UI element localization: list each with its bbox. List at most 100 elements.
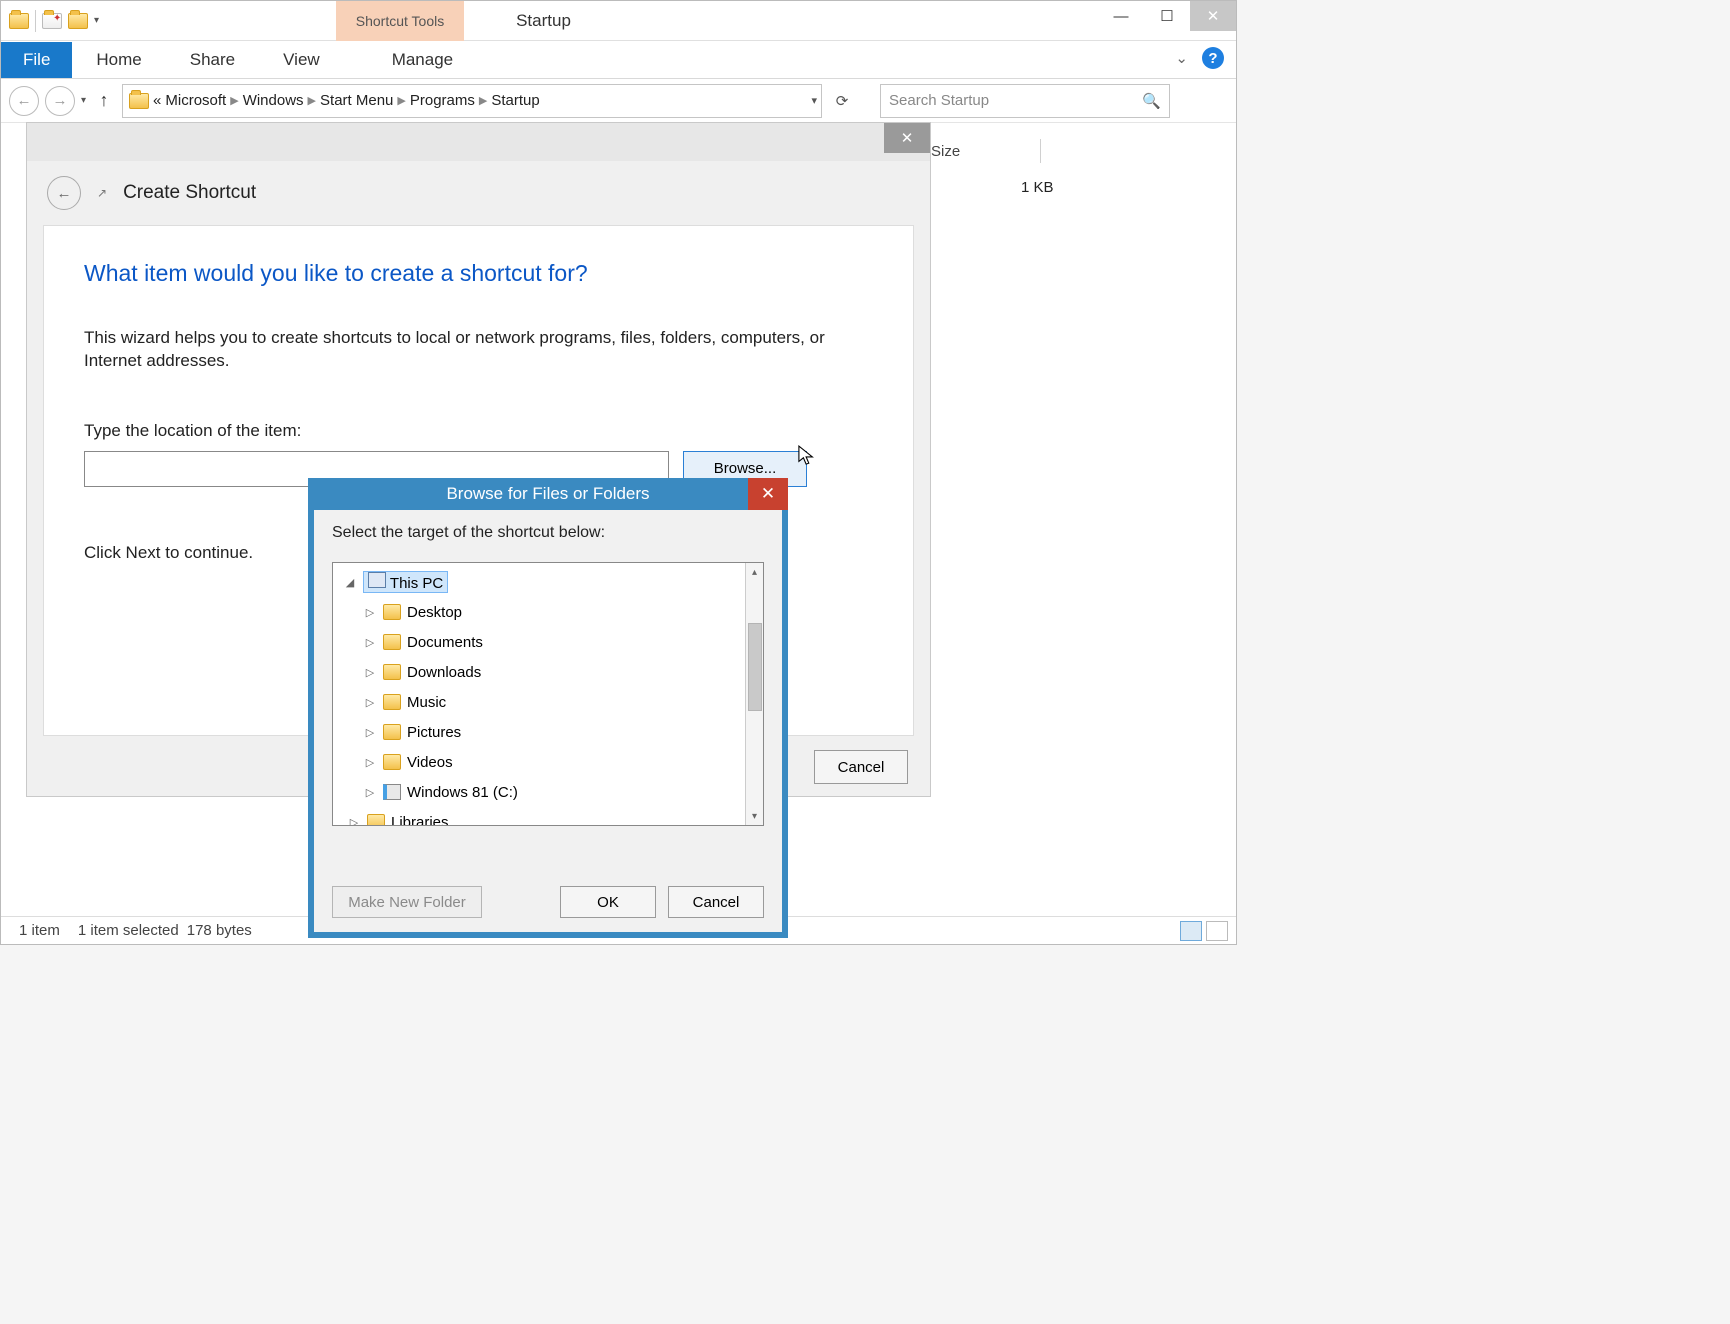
breadcrumb-microsoft[interactable]: Microsoft xyxy=(165,92,226,109)
contextual-tab-shortcut-tools[interactable]: Shortcut Tools xyxy=(336,1,464,41)
scroll-thumb[interactable] xyxy=(748,623,762,711)
expand-icon[interactable]: ▷ xyxy=(363,636,377,649)
breadcrumb-programs[interactable]: Programs xyxy=(410,92,475,109)
back-button[interactable]: ← xyxy=(9,86,39,116)
browse-title-text: Browse for Files or Folders xyxy=(446,484,649,504)
tree-node-music[interactable]: ▷ Music xyxy=(333,687,763,717)
tree-label: Downloads xyxy=(407,664,481,681)
refresh-icon[interactable]: ⟳ xyxy=(828,92,856,110)
folder-icon xyxy=(383,604,401,620)
expand-icon[interactable]: ▷ xyxy=(363,696,377,709)
tree-node-videos[interactable]: ▷ Videos xyxy=(333,747,763,777)
expand-icon[interactable]: ▷ xyxy=(347,816,361,827)
details-view-icon[interactable] xyxy=(1180,921,1202,941)
tab-view[interactable]: View xyxy=(259,42,344,78)
minimize-button[interactable]: — xyxy=(1098,1,1144,31)
expand-icon[interactable]: ▷ xyxy=(363,726,377,739)
address-bar[interactable]: « Microsoft ▶ Windows ▶ Start Menu ▶ Pro… xyxy=(122,84,822,118)
tree-label: Pictures xyxy=(407,724,461,741)
separator xyxy=(35,10,36,32)
history-dropdown-icon[interactable]: ▾ xyxy=(81,95,86,106)
app-icon xyxy=(9,13,29,29)
browse-dialog: Browse for Files or Folders ✕ Select the… xyxy=(308,478,788,938)
search-input[interactable]: Search Startup 🔍 xyxy=(880,84,1170,118)
window-title: Startup xyxy=(1,1,1086,41)
file-tab[interactable]: File xyxy=(1,42,72,78)
breadcrumb-windows[interactable]: Windows xyxy=(243,92,304,109)
wizard-description: This wizard helps you to create shortcut… xyxy=(84,327,844,373)
folder-icon xyxy=(129,93,149,109)
tree-label: Documents xyxy=(407,634,483,651)
libraries-icon xyxy=(367,814,385,826)
search-icon[interactable]: 🔍 xyxy=(1142,92,1161,110)
help-icon[interactable]: ? xyxy=(1202,47,1224,69)
cancel-button[interactable]: Cancel xyxy=(668,886,764,918)
wizard-back-button[interactable]: ← xyxy=(47,176,81,210)
tree-selected: This PC xyxy=(363,571,448,593)
chevron-right-icon[interactable]: ▶ xyxy=(479,94,487,107)
chevron-right-icon[interactable]: ▶ xyxy=(397,94,405,107)
pc-icon xyxy=(368,572,386,588)
scrollbar[interactable]: ▴ ▾ xyxy=(745,563,763,825)
tree-label: This PC xyxy=(390,575,443,592)
tab-manage[interactable]: Manage xyxy=(368,42,477,78)
breadcrumb-start-menu[interactable]: Start Menu xyxy=(320,92,393,109)
expand-icon[interactable]: ▷ xyxy=(363,786,377,799)
cancel-button[interactable]: Cancel xyxy=(814,750,908,784)
wizard-footer: Cancel xyxy=(814,750,908,784)
properties-icon[interactable]: ✦ xyxy=(42,13,62,29)
size-header-label: Size xyxy=(931,143,960,160)
wizard-close-button[interactable]: ✕ xyxy=(884,123,930,153)
tree-node-desktop[interactable]: ▷ Desktop xyxy=(333,597,763,627)
address-dropdown-icon[interactable]: ▾ xyxy=(812,94,818,107)
scroll-up-icon[interactable]: ▴ xyxy=(746,563,763,581)
folder-icon xyxy=(383,634,401,650)
breadcrumb-startup[interactable]: Startup xyxy=(491,92,539,109)
ribbon-collapse-icon[interactable]: ⌄ xyxy=(1175,49,1188,67)
collapse-icon[interactable]: ◢ xyxy=(343,576,357,589)
breadcrumb-prefix[interactable]: « xyxy=(153,92,161,109)
search-placeholder: Search Startup xyxy=(889,92,989,109)
drive-icon xyxy=(383,784,401,800)
tree-node-downloads[interactable]: ▷ Downloads xyxy=(333,657,763,687)
icons-view-icon[interactable] xyxy=(1206,921,1228,941)
wizard-titlebar[interactable]: ✕ xyxy=(27,123,930,161)
tree-label: Desktop xyxy=(407,604,462,621)
tree-node-documents[interactable]: ▷ Documents xyxy=(333,627,763,657)
scroll-down-icon[interactable]: ▾ xyxy=(746,807,763,825)
ribbon-tabs: File Home Share View Manage ⌄ ? xyxy=(1,41,1236,79)
close-button[interactable]: ✕ xyxy=(1190,1,1236,31)
chevron-right-icon[interactable]: ▶ xyxy=(308,94,316,107)
expand-icon[interactable]: ▷ xyxy=(363,666,377,679)
forward-button[interactable]: → xyxy=(45,86,75,116)
folder-tree[interactable]: ◢ This PC ▷ Desktop ▷ Documents ▷ Downlo… xyxy=(332,562,764,826)
folder-icon xyxy=(383,694,401,710)
qat-dropdown-icon[interactable]: ▾ xyxy=(94,15,99,26)
expand-icon[interactable]: ▷ xyxy=(363,756,377,769)
column-header-size[interactable]: Size xyxy=(931,135,1091,167)
browse-close-button[interactable]: ✕ xyxy=(748,478,788,510)
tree-node-this-pc[interactable]: ◢ This PC xyxy=(333,567,763,597)
titlebar[interactable]: ✦ ▾ Shortcut Tools Startup — ☐ ✕ xyxy=(1,1,1236,41)
column-separator[interactable] xyxy=(1040,139,1041,163)
tree-node-libraries[interactable]: ▷ Libraries xyxy=(333,807,763,826)
tree-label: Windows 81 (C:) xyxy=(407,784,518,801)
wizard-header: ← ↗ Create Shortcut xyxy=(27,161,930,225)
up-button[interactable]: ↑ xyxy=(92,90,116,111)
tab-share[interactable]: Share xyxy=(166,42,259,78)
ok-button[interactable]: OK xyxy=(560,886,656,918)
chevron-right-icon[interactable]: ▶ xyxy=(230,94,238,107)
maximize-button[interactable]: ☐ xyxy=(1144,1,1190,31)
new-folder-icon[interactable] xyxy=(68,13,88,29)
tree-node-drive-c[interactable]: ▷ Windows 81 (C:) xyxy=(333,777,763,807)
navigation-row: ← → ▾ ↑ « Microsoft ▶ Windows ▶ Start Me… xyxy=(1,79,1236,123)
expand-icon[interactable]: ▷ xyxy=(363,606,377,619)
tree-node-pictures[interactable]: ▷ Pictures xyxy=(333,717,763,747)
browse-footer: Make New Folder OK Cancel xyxy=(332,886,764,918)
folder-icon xyxy=(383,724,401,740)
make-new-folder-button: Make New Folder xyxy=(332,886,482,918)
location-label: Type the location of the item: xyxy=(84,421,873,441)
view-mode-buttons xyxy=(1180,921,1228,941)
browse-titlebar[interactable]: Browse for Files or Folders ✕ xyxy=(308,478,788,510)
tab-home[interactable]: Home xyxy=(72,42,165,78)
